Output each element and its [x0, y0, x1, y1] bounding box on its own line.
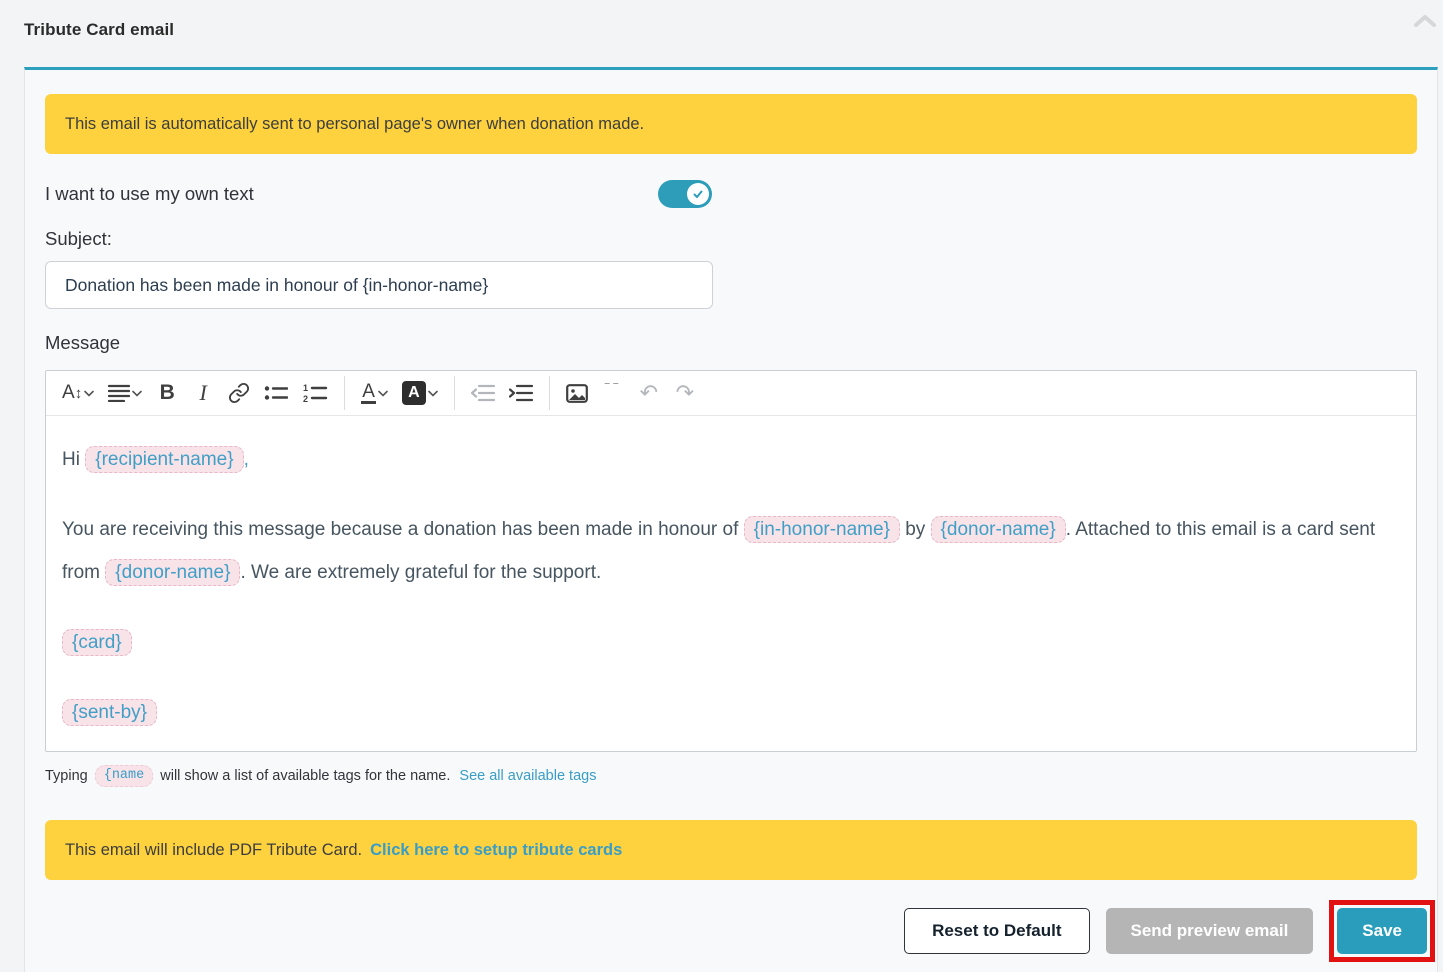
font-size-button[interactable]: A↕	[58, 376, 98, 410]
body-paragraph: You are receiving this message because a…	[62, 508, 1400, 594]
donor-name-tag[interactable]: {donor-name}	[931, 516, 1066, 543]
align-justify-icon	[108, 384, 130, 402]
svg-text:2: 2	[303, 394, 308, 403]
use-own-text-row: I want to use my own text	[45, 180, 1417, 208]
indent-button[interactable]	[505, 376, 537, 410]
italic-button[interactable]: I	[188, 376, 218, 410]
recipient-name-tag[interactable]: {recipient-name}	[85, 446, 243, 473]
hint-prefix: Typing	[45, 768, 88, 784]
bulleted-list-button[interactable]	[260, 376, 292, 410]
undo-button[interactable]: ↶	[634, 376, 664, 410]
chevron-down-icon	[378, 390, 388, 397]
sent-by-tag[interactable]: {sent-by}	[62, 699, 157, 726]
outdent-button[interactable]	[467, 376, 499, 410]
toolbar-divider	[344, 376, 345, 410]
svg-text:1: 1	[303, 383, 308, 393]
auto-send-info-text: This email is automatically sent to pers…	[65, 115, 644, 134]
hint-text: will show a list of available tags for t…	[160, 768, 450, 784]
donor-name-tag[interactable]: {donor-name}	[105, 559, 240, 586]
text-color-button[interactable]: A	[357, 376, 392, 410]
background-color-button[interactable]: A	[398, 376, 442, 410]
subject-input[interactable]	[45, 261, 713, 309]
save-highlight-annotation: Save	[1329, 900, 1435, 962]
toggle-check-icon	[687, 183, 709, 205]
chevron-up-icon[interactable]	[1413, 14, 1437, 28]
page-title: Tribute Card email	[24, 20, 1419, 40]
numbered-list-icon: 12	[302, 383, 328, 403]
greeting-line: Hi {recipient-name},	[62, 438, 1400, 481]
sent-by-line: {sent-by}	[62, 691, 1400, 734]
align-button[interactable]	[104, 376, 146, 410]
toolbar-divider	[549, 376, 550, 410]
updown-arrow-icon: ↕	[75, 385, 83, 402]
chevron-down-icon	[84, 390, 94, 397]
link-icon	[228, 382, 250, 404]
bulleted-list-icon	[264, 384, 288, 402]
save-button[interactable]: Save	[1337, 908, 1427, 954]
name-tag-sample: {name	[95, 765, 154, 787]
message-editor: A↕ B I 12 A	[45, 370, 1417, 752]
tribute-card-email-panel: This email is automatically sent to pers…	[24, 67, 1438, 972]
blockquote-button[interactable]: “	[598, 376, 628, 410]
use-own-text-label: I want to use my own text	[45, 183, 658, 205]
redo-icon: ↷	[676, 380, 694, 406]
subject-label: Subject:	[45, 228, 1417, 250]
in-honor-name-tag[interactable]: {in-honor-name}	[744, 516, 900, 543]
setup-tribute-cards-link[interactable]: Click here to setup tribute cards	[370, 841, 622, 860]
toolbar-divider	[454, 376, 455, 410]
outdent-icon	[471, 384, 495, 402]
link-button[interactable]	[224, 376, 254, 410]
redo-button[interactable]: ↷	[670, 376, 700, 410]
message-editor-content[interactable]: Hi {recipient-name}, You are receiving t…	[46, 416, 1416, 751]
undo-icon: ↶	[640, 380, 658, 406]
pdf-tribute-card-text: This email will include PDF Tribute Card…	[65, 841, 362, 860]
page-header: Tribute Card email	[0, 0, 1443, 40]
tags-hint-row: Typing {name will show a list of availab…	[45, 765, 1417, 787]
pdf-tribute-card-banner: This email will include PDF Tribute Card…	[45, 820, 1417, 880]
see-all-tags-link[interactable]: See all available tags	[459, 768, 596, 784]
numbered-list-button[interactable]: 12	[298, 376, 332, 410]
bold-button[interactable]: B	[152, 376, 182, 410]
image-icon	[566, 384, 588, 403]
card-line: {card}	[62, 621, 1400, 664]
reset-to-default-button[interactable]: Reset to Default	[904, 908, 1089, 954]
use-own-text-toggle[interactable]	[658, 180, 712, 208]
card-tag[interactable]: {card}	[62, 629, 132, 656]
editor-toolbar: A↕ B I 12 A	[46, 371, 1416, 416]
chevron-down-icon	[132, 390, 142, 397]
indent-icon	[509, 384, 533, 402]
insert-image-button[interactable]	[562, 376, 592, 410]
actions-row: Reset to Default Send preview email Save	[45, 900, 1417, 962]
chevron-down-icon	[428, 390, 438, 397]
auto-send-info-banner: This email is automatically sent to pers…	[45, 94, 1417, 154]
send-preview-email-button[interactable]: Send preview email	[1106, 908, 1314, 954]
message-label: Message	[45, 332, 1417, 354]
